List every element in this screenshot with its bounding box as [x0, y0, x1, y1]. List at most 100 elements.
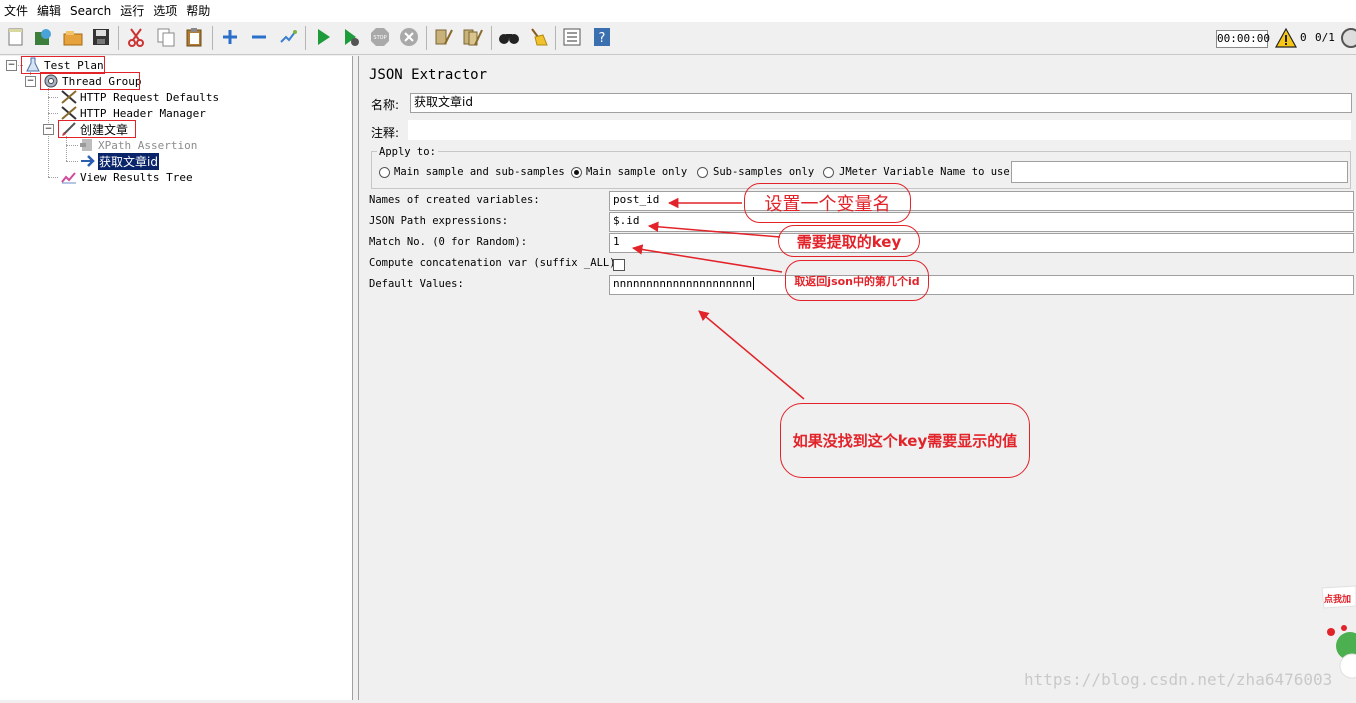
radio-main-and-sub[interactable]: [379, 167, 390, 178]
clear-all-icon[interactable]: [462, 26, 484, 48]
panel-title: JSON Extractor: [369, 67, 488, 83]
extractor-arrow-icon: [81, 155, 95, 167]
test-plan-tree: − − − Test Plan Thread Group HTTP Reques…: [0, 56, 353, 700]
radio-label: Sub-samples only: [713, 166, 815, 178]
menu-edit[interactable]: 编辑: [33, 0, 66, 22]
radio-label: JMeter Variable Name to use: [839, 166, 1010, 178]
annotation-match-no: 取返回json中的第几个id: [785, 260, 929, 301]
radio-main-only[interactable]: [571, 167, 582, 178]
listener-chart-icon: [61, 172, 76, 184]
default-values-field[interactable]: nnnnnnnnnnnnnnnnnnnnn: [609, 275, 1354, 295]
menu-file[interactable]: 文件: [0, 0, 33, 22]
tree-node-get-article-id[interactable]: 获取文章id: [78, 152, 159, 170]
paste-icon[interactable]: [183, 26, 205, 48]
menu-options[interactable]: 选项: [149, 0, 182, 22]
expand-icon[interactable]: [219, 26, 241, 48]
toolbar-separator: [491, 26, 492, 50]
watermark: https://blog.csdn.net/zha6476003: [1024, 670, 1333, 689]
name-label: 名称:: [371, 98, 400, 112]
toolbar-separator: [305, 26, 306, 50]
tree-connector: [66, 145, 78, 146]
tree-node-label: HTTP Request Defaults: [80, 90, 220, 104]
tree-node-xpath-assertion[interactable]: XPath Assertion: [78, 137, 197, 153]
json-extractor-panel: JSON Extractor 名称: 获取文章id 注释: Apply to: …: [359, 56, 1356, 700]
concatenation-checkbox[interactable]: [613, 259, 625, 271]
toolbar-separator: [426, 26, 427, 50]
tree-connector: [66, 136, 67, 161]
tree-node-label: XPath Assertion: [98, 138, 198, 152]
assertion-icon: [80, 139, 92, 151]
clear-icon[interactable]: [433, 26, 455, 48]
remote-status-icon[interactable]: [1340, 27, 1356, 49]
jmeter-variable-field[interactable]: [1011, 161, 1348, 183]
svg-text:?: ?: [599, 31, 606, 46]
active-threads: 0/1: [1315, 31, 1335, 44]
ad-badge-label: 点我加: [1324, 595, 1352, 605]
toolbar: STOP ? 00:00:00 0 0/1: [0, 22, 1356, 55]
highlight-box: [40, 72, 140, 90]
annotation-default-value: 如果没找到这个key需要显示的值: [780, 403, 1030, 478]
field-label: JSON Path expressions:: [369, 215, 509, 227]
comments-field[interactable]: [407, 119, 1352, 141]
menu-run[interactable]: 运行: [116, 0, 149, 22]
toggle-icon[interactable]: [277, 26, 299, 48]
variable-names-field[interactable]: post_id: [609, 191, 1354, 211]
text-cursor: [753, 277, 755, 290]
templates-icon[interactable]: [32, 26, 54, 48]
field-label: Match No. (0 for Random):: [369, 236, 528, 248]
toolbar-separator: [555, 26, 556, 50]
search-icon[interactable]: [498, 26, 520, 48]
cut-icon[interactable]: [125, 26, 147, 48]
collapse-toggle[interactable]: −: [25, 76, 36, 87]
warning-count: 0: [1300, 31, 1307, 44]
tree-connector: [66, 161, 78, 162]
stop-icon[interactable]: STOP: [369, 26, 391, 48]
annotation-json-key: 需要提取的key: [778, 225, 920, 257]
copy-icon[interactable]: [155, 26, 177, 48]
highlight-box: [58, 120, 136, 138]
new-icon[interactable]: [5, 26, 27, 48]
help-icon[interactable]: ?: [591, 26, 613, 48]
wrench-icon: [61, 106, 77, 120]
svg-text:STOP: STOP: [373, 35, 386, 41]
radio-sub-only[interactable]: [697, 167, 708, 178]
radio-label: Main sample only: [586, 166, 688, 178]
start-no-pause-icon[interactable]: [340, 26, 362, 48]
menu-help[interactable]: 帮助: [182, 0, 215, 22]
field-label: Default Values:: [369, 278, 464, 290]
annotation-variable-name: 设置一个变量名: [744, 183, 911, 223]
menu-bar: 文件 编辑 Search 运行 选项 帮助: [0, 0, 1356, 22]
collapse-toggle[interactable]: −: [6, 60, 17, 71]
wrench-icon: [61, 90, 77, 104]
field-label: Names of created variables:: [369, 194, 540, 206]
match-no-field[interactable]: 1: [609, 233, 1354, 253]
tree-connector: [48, 97, 58, 98]
tree-node-http-header-manager[interactable]: HTTP Header Manager: [60, 105, 206, 121]
comments-label: 注释:: [371, 126, 400, 140]
apply-to-legend: Apply to:: [377, 146, 438, 158]
tree-node-label: View Results Tree: [80, 170, 193, 184]
json-path-field[interactable]: $.id: [609, 212, 1354, 232]
toolbar-separator: [118, 26, 119, 50]
reset-search-icon[interactable]: [527, 26, 549, 48]
function-helper-icon[interactable]: [561, 26, 583, 48]
shutdown-icon[interactable]: [398, 26, 420, 48]
radio-jmeter-variable[interactable]: [823, 167, 834, 178]
tree-node-label: 获取文章id: [98, 152, 159, 170]
radio-label: Main sample and sub-samples: [394, 166, 565, 178]
default-values-text: nnnnnnnnnnnnnnnnnnnnn: [613, 277, 753, 290]
name-field[interactable]: 获取文章id: [410, 93, 1352, 113]
menu-search[interactable]: Search: [66, 0, 116, 22]
tree-node-view-results-tree[interactable]: View Results Tree: [60, 169, 193, 185]
collapse-icon[interactable]: [248, 26, 270, 48]
open-icon[interactable]: [62, 26, 84, 48]
save-icon[interactable]: [90, 26, 112, 48]
warning-icon[interactable]: [1275, 27, 1297, 49]
collapse-toggle[interactable]: −: [43, 124, 54, 135]
tree-node-label: HTTP Header Manager: [80, 106, 206, 120]
elapsed-timer: 00:00:00: [1216, 30, 1270, 48]
start-icon[interactable]: [312, 26, 334, 48]
toolbar-separator: [212, 26, 213, 50]
tree-connector: [48, 177, 58, 178]
tree-node-http-request-defaults[interactable]: HTTP Request Defaults: [60, 89, 219, 105]
